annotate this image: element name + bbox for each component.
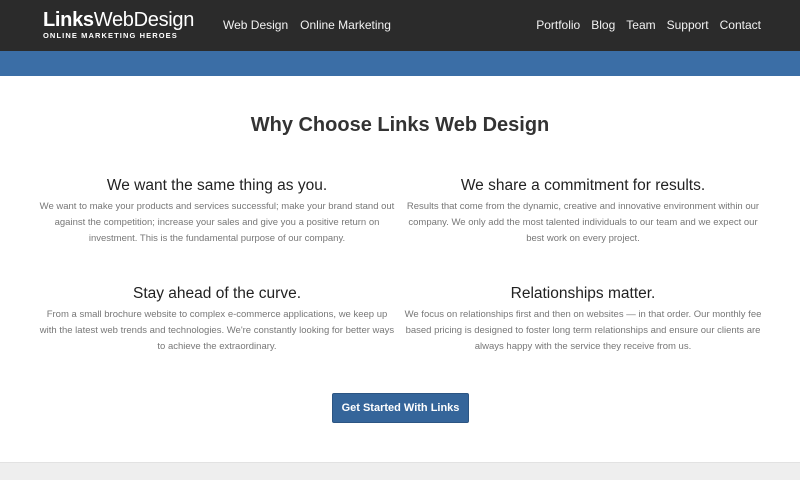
logo-bold-text: Links <box>43 9 94 31</box>
logo-tagline: ONLINE MARKETING HEROES <box>43 31 178 40</box>
nav-support[interactable]: Support <box>667 17 709 33</box>
section-title: Why Choose Links Web Design <box>250 114 550 136</box>
feature-title: Stay ahead of the curve. <box>132 285 302 302</box>
primary-nav: Web Design Online Marketing <box>223 17 391 33</box>
feature-block-same-thing: We want the same thing as you. We want t… <box>37 177 397 247</box>
nav-blog[interactable]: Blog <box>591 17 615 33</box>
site-logo[interactable]: LinksWebDesign ONLINE MARKETING HEROES <box>43 9 194 41</box>
get-started-button[interactable]: Get Started With Links <box>332 393 469 423</box>
feature-title: We share a commitment for results. <box>460 177 706 194</box>
feature-title: We want the same thing as you. <box>106 177 328 194</box>
feature-title: Relationships matter. <box>510 285 656 302</box>
feature-text: Results that come from the dynamic, crea… <box>406 201 760 244</box>
feature-text: We focus on relationships first and then… <box>404 309 762 352</box>
feature-block-ahead-of-curve: Stay ahead of the curve. From a small br… <box>37 285 397 355</box>
feature-text: We want to make your products and servic… <box>39 201 395 244</box>
nav-team[interactable]: Team <box>626 17 655 33</box>
logo-wordmark: LinksWebDesign <box>43 9 194 31</box>
feature-block-commitment: We share a commitment for results. Resul… <box>403 177 763 247</box>
logo-thin-text: WebDesign <box>93 9 195 31</box>
nav-contact[interactable]: Contact <box>720 17 761 33</box>
nav-online-marketing[interactable]: Online Marketing <box>300 17 391 33</box>
accent-banner <box>0 51 800 76</box>
feature-block-relationships: Relationships matter. We focus on relati… <box>403 285 763 355</box>
secondary-nav: Portfolio Blog Team Support Contact <box>536 17 761 33</box>
nav-web-design[interactable]: Web Design <box>223 17 288 33</box>
feature-text: From a small brochure website to complex… <box>39 309 395 352</box>
top-navbar: LinksWebDesign ONLINE MARKETING HEROES W… <box>0 0 800 51</box>
footer-strip <box>0 462 800 480</box>
nav-portfolio[interactable]: Portfolio <box>536 17 580 33</box>
